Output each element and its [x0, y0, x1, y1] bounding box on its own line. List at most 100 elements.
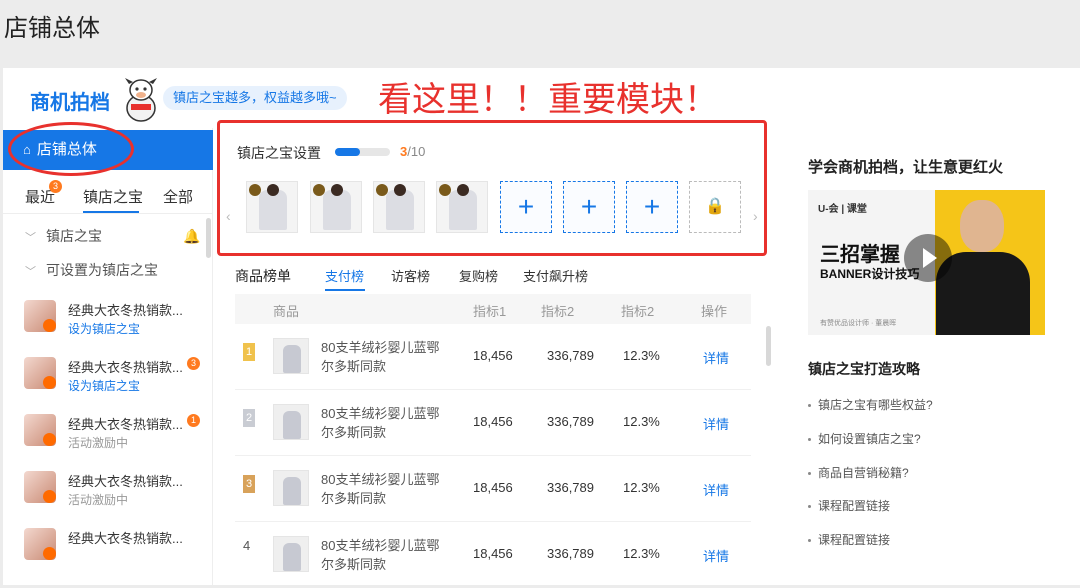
item-name: 经典大衣冬热销款...: [68, 417, 183, 432]
detail-link[interactable]: 详情: [703, 480, 729, 499]
highlight-circle: [8, 122, 134, 176]
chevron-right-icon[interactable]: ›: [753, 208, 758, 224]
crown-icon: [43, 490, 56, 503]
guide-link[interactable]: 课程配置链接: [808, 497, 890, 514]
video-thumbnail[interactable]: U-会 | 课堂 三招掌握 BANNER设计技巧 有赞优品设计师 · 董晨晖: [808, 190, 1045, 335]
promo-bubble: 镇店之宝越多，权益越多哦~: [163, 86, 347, 110]
detail-link[interactable]: 详情: [703, 546, 729, 565]
chevron-down-icon: ﹀: [25, 266, 36, 278]
treasure-slot[interactable]: [436, 181, 488, 233]
course-logo: U-会 | 课堂: [818, 204, 867, 215]
metric2: 336,789: [547, 546, 594, 561]
product-name: 80支羊绒衫婴儿蓝鄂尔多斯同款: [321, 340, 440, 374]
metric3: 12.3%: [623, 348, 660, 363]
col-metric1: 指标1: [473, 304, 507, 319]
treasure-count: 3/10: [400, 144, 425, 159]
add-slot-button[interactable]: +: [500, 181, 552, 233]
sidebar-tabs: 最近 3 镇店之宝 全部: [3, 178, 213, 214]
list-item[interactable]: 经典大衣冬热销款... 3 设为镇店之宝: [24, 355, 209, 399]
product-image: [273, 338, 309, 374]
count-badge: 1: [187, 414, 200, 427]
rank-number: 4: [243, 538, 251, 553]
item-name: 经典大衣冬热销款...: [68, 531, 183, 546]
table-row: 3 80支羊绒衫婴儿蓝鄂尔多斯同款 18,456 336,789 12.3% 详…: [235, 456, 751, 522]
sidebar-scrollbar[interactable]: [206, 218, 211, 258]
product-image: [273, 536, 309, 572]
bell-icon[interactable]: 🔔: [183, 228, 200, 245]
guide-title: 镇店之宝打造攻略: [808, 361, 920, 377]
ranking-tab-underline: [325, 289, 365, 291]
page-title: 店铺总体: [4, 15, 100, 42]
chevron-left-icon[interactable]: ‹: [226, 208, 231, 224]
list-item[interactable]: 经典大衣冬热销款...: [24, 526, 209, 570]
metric2: 336,789: [547, 414, 594, 429]
rank-badge: 1: [243, 343, 255, 361]
table-row: 4 80支羊绒衫婴儿蓝鄂尔多斯同款 18,456 336,789 12.3% 详…: [235, 522, 751, 588]
item-name: 经典大衣冬热销款...: [68, 474, 183, 489]
rank-badge: 3: [243, 475, 255, 493]
product-thumbnail: [24, 414, 56, 446]
guide-link[interactable]: 商品自营销秘籍?: [808, 464, 909, 481]
table-row: 2 80支羊绒衫婴儿蓝鄂尔多斯同款 18,456 336,789 12.3% 详…: [235, 390, 751, 456]
product-name: 80支羊绒衫婴儿蓝鄂尔多斯同款: [321, 538, 440, 572]
detail-link[interactable]: 详情: [703, 348, 729, 367]
tab-pay[interactable]: 支付榜: [325, 266, 364, 285]
list-item[interactable]: 经典大衣冬热销款... 1 活动激励中: [24, 412, 209, 456]
treasure-progress: [335, 148, 390, 156]
add-slot-button[interactable]: +: [626, 181, 678, 233]
product-thumbnail: [24, 528, 56, 560]
table-scrollbar[interactable]: [766, 326, 771, 366]
treasure-settings: 镇店之宝设置 3/10 ‹ + + + 🔒 ›: [217, 120, 767, 256]
metric1: 18,456: [473, 480, 513, 495]
col-action: 操作: [701, 304, 728, 319]
list-item[interactable]: 经典大衣冬热销款... 设为镇店之宝: [24, 298, 209, 342]
tab-pay-surge[interactable]: 支付飙升榜: [523, 266, 588, 285]
section-settable[interactable]: ﹀ 可设置为镇店之宝: [25, 260, 158, 280]
tab-underline: [83, 211, 139, 213]
set-treasure-link[interactable]: 设为镇店之宝: [68, 377, 140, 394]
item-name: 经典大衣冬热销款...: [68, 360, 183, 375]
product-image: [273, 470, 309, 506]
right-title: 学会商机拍档，让生意更红火: [808, 159, 1004, 176]
metric3: 12.3%: [623, 546, 660, 561]
section-settable-label: 可设置为镇店之宝: [46, 262, 158, 278]
set-treasure-link[interactable]: 设为镇店之宝: [68, 320, 140, 337]
tab-visitor[interactable]: 访客榜: [391, 266, 430, 285]
rank-badge: 2: [243, 409, 255, 427]
detail-link[interactable]: 详情: [703, 414, 729, 433]
ranking-title: 商品榜单: [235, 268, 291, 284]
guide-link[interactable]: 课程配置链接: [808, 531, 890, 548]
chevron-down-icon: ﹀: [25, 232, 36, 244]
video-title: 三招掌握: [820, 244, 900, 266]
tab-repurchase[interactable]: 复购榜: [459, 266, 498, 285]
crown-icon: [43, 376, 56, 389]
add-slot-button[interactable]: +: [563, 181, 615, 233]
col-product: 商品: [273, 304, 300, 319]
list-item[interactable]: 经典大衣冬热销款... 活动激励中: [24, 469, 209, 513]
tab-all[interactable]: 全部: [163, 186, 193, 207]
product-thumbnail: [24, 300, 56, 332]
metric1: 18,456: [473, 348, 513, 363]
treasure-slot[interactable]: [373, 181, 425, 233]
metric3: 12.3%: [623, 414, 660, 429]
treasure-slot[interactable]: [246, 181, 298, 233]
guide-link[interactable]: 如何设置镇店之宝?: [808, 430, 921, 447]
mascot-icon: [125, 78, 157, 122]
tab-treasure[interactable]: 镇店之宝: [83, 186, 143, 207]
crown-icon: [43, 319, 56, 332]
section-treasure[interactable]: ﹀ 镇店之宝: [25, 226, 102, 246]
metric1: 18,456: [473, 414, 513, 429]
right-panel: 学会商机拍档，让生意更红火 U-会 | 课堂 三招掌握 BANNER设计技巧 有…: [790, 134, 1070, 574]
play-icon[interactable]: [904, 234, 952, 282]
recent-count-badge: 3: [49, 180, 62, 193]
treasure-slot[interactable]: [310, 181, 362, 233]
guide-link-label: 如何设置镇店之宝?: [818, 432, 921, 446]
product-name: 80支羊绒衫婴儿蓝鄂尔多斯同款: [321, 472, 440, 506]
sidebar: ⌂ 店铺总体 最近 3 镇店之宝 全部 ﹀ 镇店之宝 🔔 ﹀ 可设置为镇店之宝 经典大…: [3, 122, 213, 585]
metric3: 12.3%: [623, 480, 660, 495]
crown-icon: [43, 547, 56, 560]
table-row: 1 80支羊绒衫婴儿蓝鄂尔多斯同款 18,456 336,789 12.3% 详…: [235, 324, 751, 390]
section-treasure-label: 镇店之宝: [46, 228, 102, 244]
guide-link[interactable]: 镇店之宝有哪些权益?: [808, 396, 933, 413]
guide-link-label: 课程配置链接: [818, 533, 891, 547]
